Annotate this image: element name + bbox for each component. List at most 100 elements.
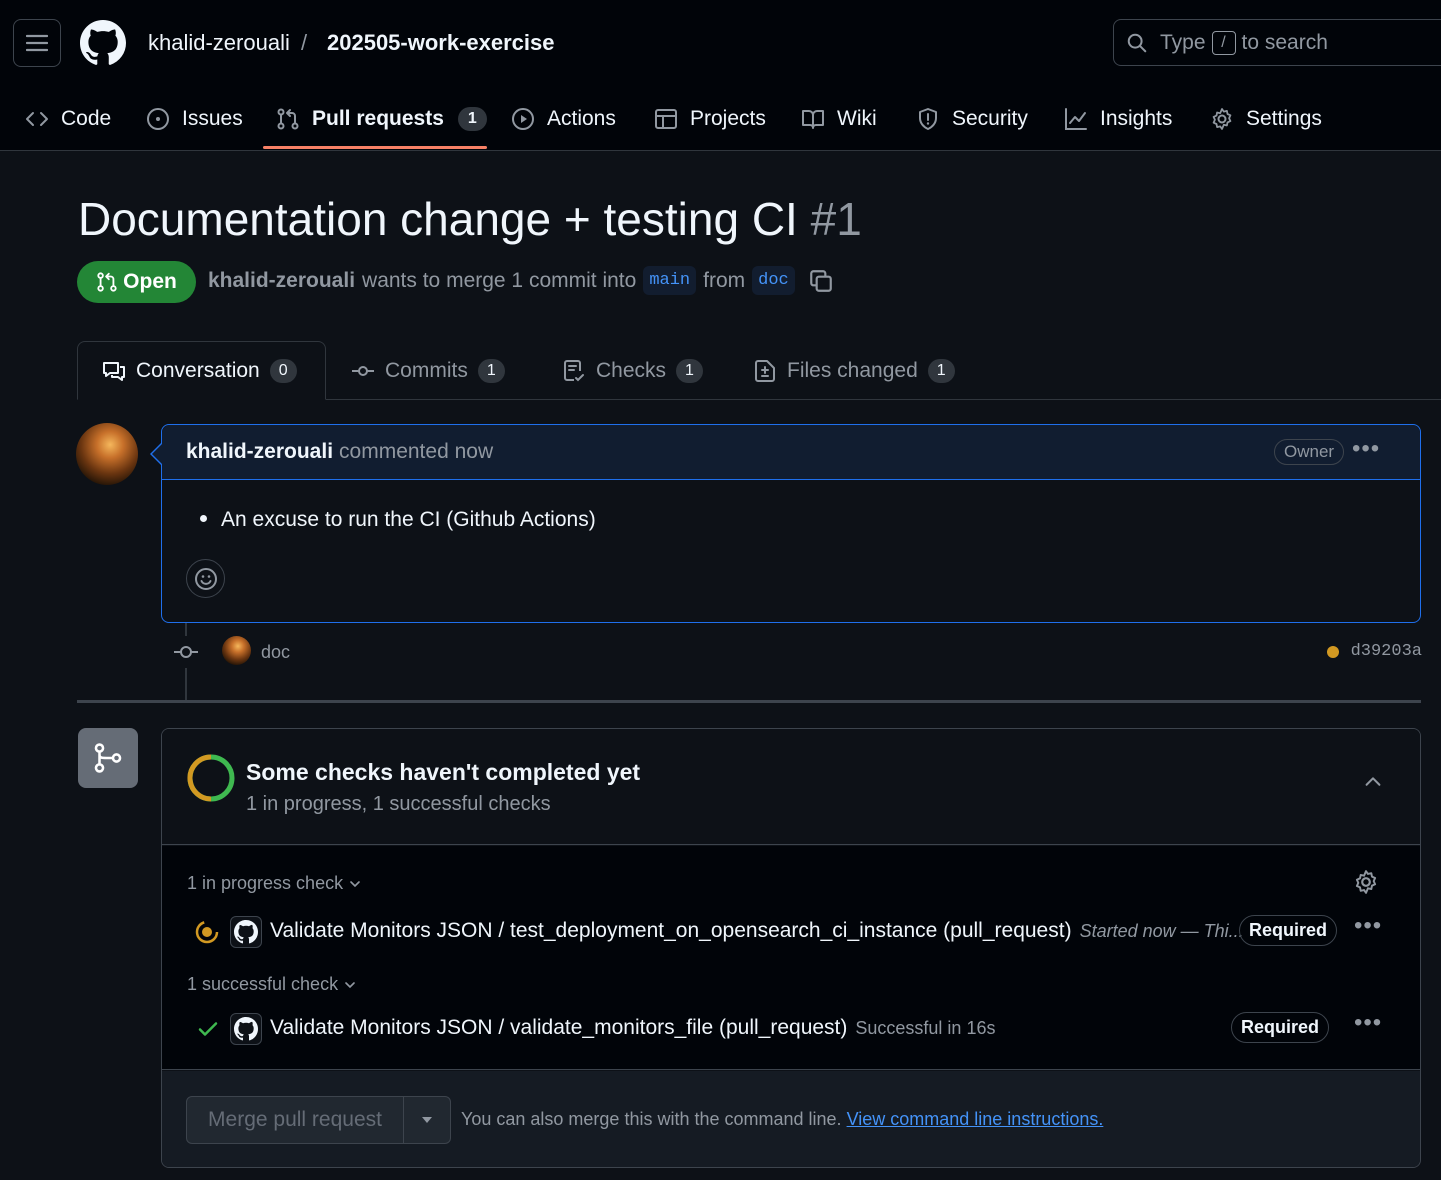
command-line-note: You can also merge this with the command… xyxy=(461,1109,1103,1130)
code-icon xyxy=(26,112,48,126)
tab-conversation-label: Conversation xyxy=(136,358,260,382)
pull-request-icon xyxy=(277,108,299,130)
pr-title-text: Documentation change + testing CI xyxy=(78,193,798,245)
comment-time[interactable]: commented now xyxy=(339,440,493,464)
chevron-down-icon xyxy=(345,981,355,988)
tab-commits[interactable]: Commits 1 xyxy=(351,341,505,400)
checks-count: 1 xyxy=(676,358,703,383)
add-reaction-button[interactable] xyxy=(186,559,225,598)
checks-list: 1 in progress check Validate Monitors JS… xyxy=(162,846,1420,1070)
pr-from-text: from xyxy=(703,268,746,292)
timeline-end-divider xyxy=(77,700,1421,703)
check-name[interactable]: Validate Monitors JSON / test_deployment… xyxy=(270,919,1244,943)
commit-icon xyxy=(352,365,374,376)
pr-merge-text: wants to merge 1 commit into xyxy=(362,268,637,292)
check-name[interactable]: Validate Monitors JSON / validate_monito… xyxy=(270,1016,995,1040)
tab-commits-label: Commits xyxy=(385,358,468,382)
chevron-down-icon xyxy=(350,880,360,887)
check-title: Validate Monitors JSON / validate_monito… xyxy=(270,1016,848,1039)
breadcrumb-owner[interactable]: khalid-zerouali xyxy=(148,30,290,56)
command-line-link[interactable]: View command line instructions. xyxy=(847,1109,1104,1129)
successful-group-toggle[interactable]: 1 successful check xyxy=(187,974,358,995)
tab-settings-label: Settings xyxy=(1246,107,1322,130)
status-label: Open xyxy=(123,270,177,293)
pull-requests-count: 1 xyxy=(457,107,487,131)
active-tab-underline xyxy=(263,146,487,149)
search-shortcut-key: / xyxy=(1211,30,1236,55)
menu-button[interactable] xyxy=(13,19,61,67)
tab-code-label: Code xyxy=(61,107,112,130)
tab-conversation[interactable]: Conversation 0 xyxy=(77,341,326,400)
comment-pointer-fill xyxy=(152,444,162,464)
breadcrumb-repo[interactable]: 202505-work-exercise xyxy=(327,30,555,56)
comment-author[interactable]: khalid-zerouali xyxy=(186,440,333,464)
comment-more-icon[interactable]: ••• xyxy=(1352,435,1380,463)
commit-status-dot[interactable] xyxy=(1326,645,1339,658)
tab-code[interactable]: Code xyxy=(25,88,111,150)
comment-discussion-icon xyxy=(103,361,125,381)
status-badge: Open xyxy=(77,261,196,303)
search-placeholder-end: to search xyxy=(1241,30,1328,54)
commit-avatar[interactable] xyxy=(222,636,251,665)
avatar[interactable] xyxy=(76,423,138,485)
required-badge: Required xyxy=(1231,1012,1330,1043)
tab-actions-label: Actions xyxy=(547,107,616,130)
tab-wiki[interactable]: Wiki xyxy=(801,88,877,150)
check-more-icon[interactable]: ••• xyxy=(1354,1009,1382,1037)
issue-icon xyxy=(147,108,169,130)
merge-box: Some checks haven't completed yet 1 in p… xyxy=(161,728,1421,1168)
file-diff-icon xyxy=(755,359,775,382)
copy-icon[interactable] xyxy=(808,268,834,294)
search-input[interactable]: Type / to search xyxy=(1113,19,1441,66)
tab-projects[interactable]: Projects xyxy=(654,88,766,150)
hamburger-icon xyxy=(26,34,48,52)
check-icon xyxy=(198,1022,218,1036)
pr-author[interactable]: khalid-zerouali xyxy=(208,269,355,293)
gear-icon[interactable] xyxy=(1353,869,1379,895)
base-branch[interactable]: main xyxy=(643,266,697,295)
check-meta: Started now — Thi... xyxy=(1079,921,1244,941)
checklist-icon xyxy=(564,359,584,381)
commits-count: 1 xyxy=(477,358,505,383)
repo-nav: Code Issues Pull requests 1 Actions Proj… xyxy=(0,88,1441,150)
tab-insights-label: Insights xyxy=(1100,107,1173,130)
command-line-text: You can also merge this with the command… xyxy=(461,1109,842,1129)
book-icon xyxy=(802,110,824,129)
pull-request-icon xyxy=(97,272,117,292)
tab-settings[interactable]: Settings xyxy=(1210,88,1322,150)
tab-files-changed[interactable]: Files changed 1 xyxy=(753,341,955,400)
commit-message[interactable]: doc xyxy=(261,642,290,663)
head-branch[interactable]: doc xyxy=(752,266,795,295)
github-logo-icon[interactable] xyxy=(80,20,126,66)
commit-icon xyxy=(172,636,200,668)
check-more-icon[interactable]: ••• xyxy=(1354,912,1382,940)
merge-pull-request-button[interactable]: Merge pull request xyxy=(187,1097,404,1143)
table-icon xyxy=(655,109,677,129)
tab-insights[interactable]: Insights xyxy=(1064,88,1172,150)
pr-number: #1 xyxy=(810,193,862,245)
checks-summary[interactable]: Some checks haven't completed yet 1 in p… xyxy=(162,729,1420,845)
graph-icon xyxy=(1065,108,1087,130)
tab-issues[interactable]: Issues xyxy=(146,88,243,150)
search-icon xyxy=(1127,33,1147,52)
tab-security[interactable]: Security xyxy=(916,88,1028,150)
chevron-up-icon[interactable] xyxy=(1362,771,1384,793)
tab-pull-requests[interactable]: Pull requests 1 xyxy=(276,88,487,150)
comment-header: khalid-zerouali commented now Owner ••• xyxy=(162,425,1420,480)
successful-label: 1 successful check xyxy=(187,974,339,994)
tab-actions[interactable]: Actions xyxy=(511,88,616,150)
merge-button-group: Merge pull request xyxy=(186,1096,451,1144)
gear-icon xyxy=(1212,108,1232,130)
commit-sha[interactable]: d39203a xyxy=(1351,642,1422,661)
in-progress-label: 1 in progress check xyxy=(187,873,344,893)
tab-checks[interactable]: Checks 1 xyxy=(562,341,703,400)
merge-options-dropdown[interactable] xyxy=(404,1097,450,1143)
required-badge: Required xyxy=(1239,915,1338,946)
check-row-in-progress[interactable]: Validate Monitors JSON / test_deployment… xyxy=(192,912,1402,950)
triangle-down-icon xyxy=(422,1117,432,1123)
check-row-success[interactable]: Validate Monitors JSON / validate_monito… xyxy=(192,1009,1402,1047)
in-progress-group-toggle[interactable]: 1 in progress check xyxy=(187,873,363,894)
in-progress-icon xyxy=(195,920,219,944)
breadcrumb-separator: / xyxy=(301,30,308,55)
smiley-icon xyxy=(194,567,217,590)
